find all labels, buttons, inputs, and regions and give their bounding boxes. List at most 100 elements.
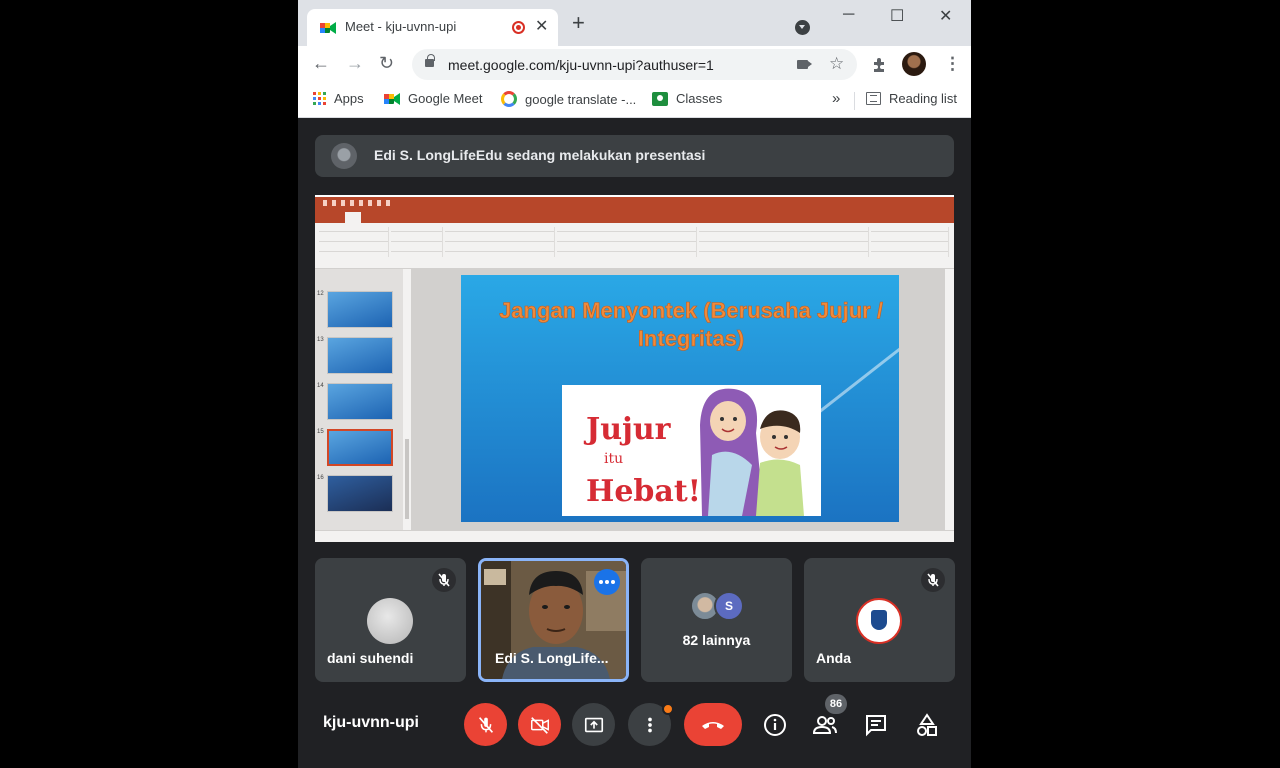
ribbon-group-editing [871,227,949,257]
bookmark-label: Apps [334,91,364,106]
people-icon [812,716,837,734]
shared-screen[interactable]: 12 13 14 15 16 Jangan Menyontek (Berusah… [315,195,954,542]
slide-number: 16 [317,475,324,481]
slide-illustration: Jujur itu Hebat! [562,385,821,516]
more-bookmarks-chevron-icon[interactable]: » [832,90,840,107]
more-options-icon[interactable] [594,569,620,595]
presenter-banner-text: Edi S. LongLifeEdu sedang melakukan pres… [374,147,706,163]
activities-button[interactable] [910,708,944,742]
slide-title: Jangan Menyontek (Berusaha Jujur / Integ… [499,298,883,352]
slide-number: 12 [317,291,324,297]
reload-button[interactable]: ↻ [379,53,394,74]
profile-avatar[interactable] [902,52,926,76]
slide-thumbnail [327,291,393,328]
bookmark-google-meet[interactable]: Google Meet [384,91,482,106]
bookmark-google-translate[interactable]: google translate -... [501,91,636,107]
participant-tile-others[interactable]: S 82 lainnya [641,558,792,682]
back-button[interactable]: ← [312,53,330,74]
apps-grid-icon [313,92,326,105]
more-options-button[interactable] [628,703,674,746]
extensions-puzzle-icon[interactable] [872,57,888,73]
address-bar[interactable]: meet.google.com/kju-uvnn-upi?authuser=1 … [412,49,857,80]
tab-search-button[interactable] [795,20,810,35]
ribbon-group-font [445,227,555,257]
participant-tile-dani[interactable]: dani suhendi [315,558,466,682]
quick-access-toolbar [323,200,393,206]
slide-scrollbar [945,269,954,530]
reading-list-icon [866,92,881,105]
tab-strip: Meet - kju-uvnn-upi ✕ + ─ ☐ ✕ [298,0,971,46]
bookmark-apps[interactable]: Apps [313,91,364,106]
mic-off-icon [432,568,456,592]
present-screen-icon [584,717,603,732]
participant-tile-edi-video[interactable]: Edi S. LongLife... [478,558,629,682]
participants-count-badge: 86 [825,694,847,714]
slide-number: 13 [317,337,324,343]
toggle-camera-button[interactable] [518,703,561,746]
ribbon-group-drawing [699,227,869,257]
participant-tile-anda[interactable]: Anda [804,558,955,682]
reading-list-label: Reading list [889,91,957,106]
others-count-label: 82 lainnya [682,632,751,648]
camera-off-icon [530,716,549,734]
classes-icon [652,91,668,106]
toggle-microphone-button[interactable] [464,703,507,746]
ribbon-group-slides [391,227,443,257]
reading-list-button[interactable]: Reading list [866,91,957,106]
forward-button[interactable]: → [346,53,364,74]
divider [854,92,855,110]
browser-window: Meet - kju-uvnn-upi ✕ + ─ ☐ ✕ ← → ↻ meet… [298,0,971,768]
slide-thumbnail [327,383,393,420]
leave-call-button[interactable] [684,703,742,746]
current-slide: Jangan Menyontek (Berusaha Jujur / Integ… [461,275,899,522]
powerpoint-ribbon-tabs [315,211,954,223]
bookmark-star-icon[interactable]: ☆ [829,54,844,74]
institution-logo [856,598,902,644]
maximize-button[interactable]: ☐ [890,6,904,26]
present-now-button[interactable] [572,703,615,746]
slide-thumbnail [327,475,393,512]
slide-number: 15 [317,429,324,435]
browser-toolbar: ← → ↻ meet.google.com/kju-uvnn-upi?authu… [298,46,971,84]
ribbon-group-clipboard [319,227,389,257]
tab-title: Meet - kju-uvnn-upi [345,19,457,34]
participant-avatar [367,598,413,644]
bookmark-label: Classes [676,91,723,106]
bookmark-label: Google Meet [408,91,483,106]
bookmarks-bar: Apps Google Meet google translate -... C… [298,84,971,118]
meeting-code[interactable]: kju-uvnn-upi [323,714,419,732]
info-icon [764,714,786,736]
presenter-avatar [331,143,357,169]
meeting-details-button[interactable] [758,708,792,742]
mother-and-child-illustration [700,388,804,516]
slide-thumbnail-selected [327,429,393,466]
close-window-button[interactable]: ✕ [939,6,952,26]
close-tab-icon[interactable]: ✕ [535,16,548,36]
new-tab-button[interactable]: + [572,12,585,34]
hang-up-icon [702,721,724,729]
browser-tab[interactable]: Meet - kju-uvnn-upi ✕ [307,9,558,46]
google-meet-icon [320,22,336,34]
notification-dot [662,703,674,715]
powerpoint-title-bar [315,197,954,211]
bookmark-classes[interactable]: Classes [652,91,722,106]
bookmark-label: google translate -... [525,91,637,107]
camera-in-use-icon[interactable] [797,60,812,69]
url-text[interactable]: meet.google.com/kju-uvnn-upi?authuser=1 [448,57,714,73]
ribbon-group-paragraph [557,227,697,257]
presenter-banner: Edi S. LongLifeEdu sedang melakukan pres… [315,135,954,177]
mic-off-icon [478,716,493,733]
participant-name: Edi S. LongLife... [495,650,609,666]
powerpoint-ribbon [315,223,954,269]
browser-menu-icon[interactable]: ⋮ [944,54,961,74]
google-icon [501,91,517,107]
powerpoint-status-bar [315,530,954,542]
slide-number: 14 [317,383,324,389]
thumbnail-scrollbar [403,269,411,530]
more-vert-icon [647,717,652,732]
chat-button[interactable] [859,708,893,742]
recording-indicator-icon [512,21,525,34]
illustration-text-itu: itu [604,451,624,467]
lock-icon[interactable] [425,54,435,67]
minimize-button[interactable]: ─ [843,6,854,24]
